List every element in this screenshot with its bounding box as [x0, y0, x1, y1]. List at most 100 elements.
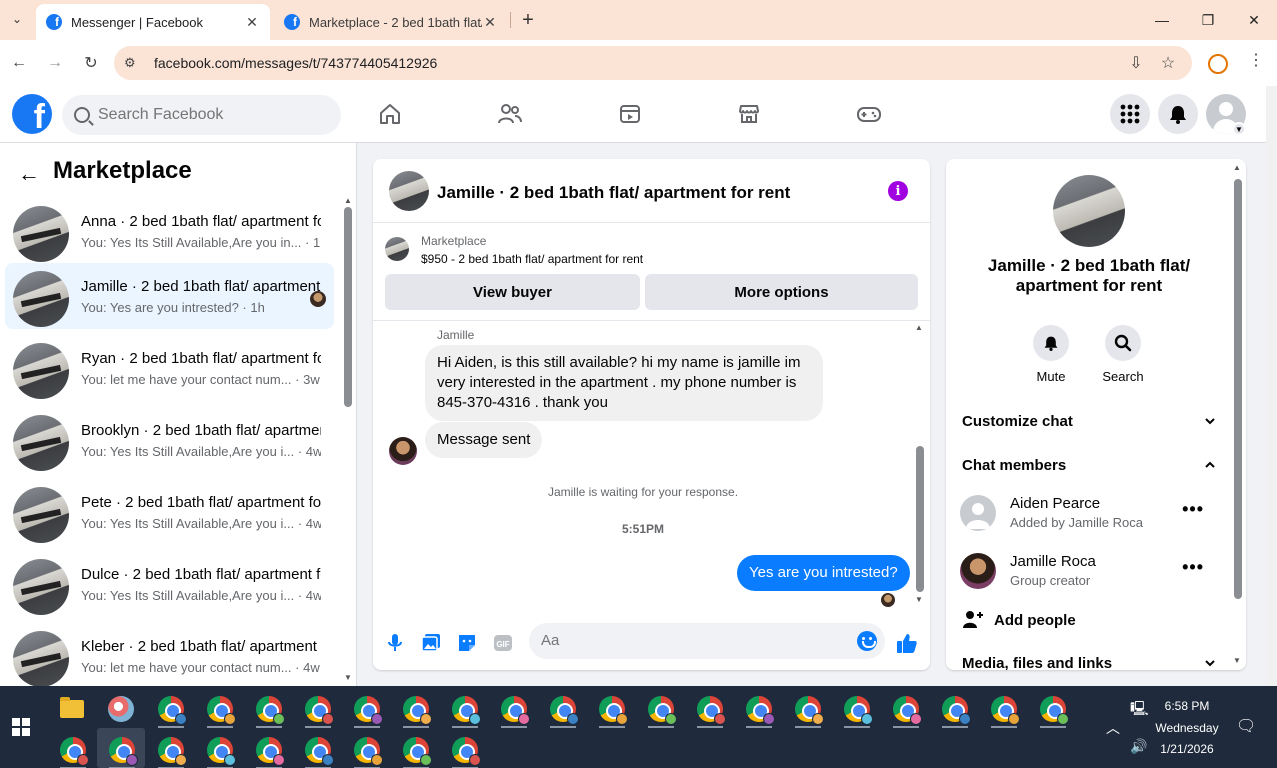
sticker-icon[interactable] [455, 631, 479, 655]
tab-messenger[interactable]: f Messenger | Facebook ✕ [36, 4, 270, 40]
scroll-down-arrow-icon[interactable]: ▼ [344, 673, 352, 682]
outgoing-message[interactable]: Yes are you intrested? [737, 555, 910, 591]
like-thumbs-up-icon[interactable] [895, 631, 919, 655]
chrome-window-icon[interactable] [109, 737, 138, 766]
view-buyer-button[interactable]: View buyer [385, 274, 640, 310]
conversation-list-scrollbar[interactable] [344, 207, 352, 407]
tab-search-dropdown-icon[interactable]: ⌄ [6, 8, 28, 30]
chrome-window-icon[interactable] [991, 696, 1020, 725]
chrome-window-icon[interactable] [648, 696, 677, 725]
restore-icon[interactable]: ❐ [1188, 6, 1228, 34]
chrome-window-icon[interactable] [305, 696, 334, 725]
chevron-down-icon[interactable]: ▼ [1232, 122, 1246, 136]
chrome-window-icon[interactable] [354, 696, 383, 725]
chrome-window-icon[interactable] [550, 696, 579, 725]
browser-menu-icon[interactable]: ⋮ [1248, 50, 1264, 74]
conversation-item[interactable]: Pete · 2 bed 1bath flat/ apartment for r… [5, 479, 334, 545]
more-options-icon[interactable]: ••• [1182, 557, 1204, 578]
message-scrollbar[interactable] [916, 446, 924, 592]
clock-date[interactable]: 1/21/2026 [1150, 742, 1224, 756]
conversation-item[interactable]: Kleber · 2 bed 1bath flat/ apartment for… [5, 623, 334, 689]
back-arrow-icon[interactable]: ← [7, 51, 31, 75]
back-arrow-icon[interactable]: ← [18, 161, 40, 187]
conversation-item[interactable]: Brooklyn · 2 bed 1bath flat/ apartment f… [5, 407, 334, 473]
paint-app-icon[interactable] [108, 696, 134, 722]
message-input[interactable] [541, 632, 841, 649]
chrome-window-icon[interactable] [158, 737, 187, 766]
bookmark-star-icon[interactable]: ☆ [1158, 53, 1178, 73]
listing-price[interactable]: $950 - 2 bed 1bath flat/ apartment for r… [421, 252, 643, 266]
chrome-window-icon[interactable] [942, 696, 971, 725]
forward-arrow-icon[interactable]: → [43, 51, 67, 75]
gaming-icon[interactable] [855, 100, 883, 128]
chrome-window-icon[interactable] [795, 696, 824, 725]
search-box[interactable] [62, 95, 341, 135]
search-in-chat-button[interactable]: Search [1093, 325, 1153, 384]
chrome-window-icon[interactable] [207, 737, 236, 766]
address-bar[interactable]: ⚙ facebook.com/messages/t/74377440541292… [114, 46, 1192, 80]
scroll-up-arrow-icon[interactable]: ▲ [1233, 163, 1241, 172]
chrome-window-icon[interactable] [844, 696, 873, 725]
member-row[interactable]: Aiden Pearce Added by Jamille Roca ••• [960, 491, 1216, 535]
window-close-icon[interactable]: ✕ [1234, 6, 1274, 34]
windows-start-icon[interactable] [12, 718, 30, 736]
conversation-item[interactable]: Anna · 2 bed 1bath flat/ apartment for r… [5, 198, 334, 264]
more-options-button[interactable]: More options [645, 274, 918, 310]
menu-grid-icon[interactable] [1110, 94, 1150, 134]
chat-members-row[interactable]: Chat members [962, 457, 1216, 474]
chrome-window-icon[interactable] [256, 696, 285, 725]
search-input[interactable] [98, 106, 318, 124]
notifications-chat-icon[interactable]: 🗨 [1236, 716, 1256, 736]
clock-day[interactable]: Wednesday [1150, 721, 1224, 735]
file-explorer-icon[interactable] [60, 697, 84, 718]
scroll-up-arrow-icon[interactable]: ▲ [915, 323, 923, 332]
chrome-window-icon[interactable] [599, 696, 628, 725]
conversation-item[interactable]: Ryan · 2 bed 1bath flat/ apartment for r… [5, 335, 334, 401]
video-icon[interactable] [616, 100, 644, 128]
chat-thumbnail-large[interactable] [1053, 175, 1125, 247]
chrome-window-icon[interactable] [452, 737, 481, 766]
scroll-down-arrow-icon[interactable]: ▼ [1233, 656, 1241, 665]
media-files-links-row[interactable]: Media, files and links [962, 655, 1216, 670]
tab-close-icon[interactable]: ✕ [244, 14, 260, 31]
customize-chat-row[interactable]: Customize chat [962, 413, 1216, 430]
browser-profile-icon[interactable] [1208, 54, 1228, 74]
conversation-item[interactable]: Dulce · 2 bed 1bath flat/ apartment for … [5, 551, 334, 617]
incoming-message[interactable]: Hi Aiden, is this still available? hi my… [425, 345, 823, 421]
photo-icon[interactable] [419, 631, 443, 655]
install-app-icon[interactable]: ⇩ [1126, 53, 1146, 73]
chrome-window-icon[interactable] [746, 696, 775, 725]
emoji-icon[interactable] [857, 631, 877, 651]
chrome-window-icon[interactable] [305, 737, 334, 766]
chat-thumbnail[interactable] [389, 171, 429, 211]
friends-icon[interactable] [496, 100, 524, 128]
info-icon[interactable]: i [888, 181, 908, 201]
info-panel-scrollbar[interactable] [1234, 179, 1242, 599]
network-icon[interactable]: 🖳 [1130, 698, 1149, 722]
member-row[interactable]: Jamille Roca Group creator ••• [960, 549, 1216, 593]
chrome-window-icon[interactable] [158, 696, 187, 725]
chrome-window-icon[interactable] [1040, 696, 1069, 725]
sender-avatar[interactable] [389, 437, 417, 465]
scroll-down-arrow-icon[interactable]: ▼ [915, 595, 923, 604]
clock-time[interactable]: 6:58 PM [1150, 699, 1224, 713]
chrome-window-icon[interactable] [893, 696, 922, 725]
incoming-message[interactable]: Message sent [425, 422, 543, 458]
add-people-button[interactable]: Add people [962, 609, 1076, 629]
message-input-box[interactable] [529, 623, 885, 659]
url-text[interactable]: facebook.com/messages/t/743774405412926 [154, 55, 437, 71]
home-icon[interactable] [376, 100, 404, 128]
mute-button[interactable]: Mute [1021, 325, 1081, 384]
marketplace-icon[interactable] [735, 100, 763, 128]
page-scrollbar[interactable] [1266, 86, 1277, 686]
minimize-icon[interactable]: — [1142, 6, 1182, 34]
chrome-window-icon[interactable] [501, 696, 530, 725]
conversation-item-selected[interactable]: Jamille · 2 bed 1bath flat/ apartment fo… [5, 263, 334, 329]
chrome-window-icon[interactable] [60, 737, 89, 766]
scroll-up-arrow-icon[interactable]: ▲ [344, 196, 352, 205]
tab-close-icon[interactable]: ✕ [482, 14, 498, 31]
microphone-icon[interactable] [383, 631, 407, 655]
chrome-window-icon[interactable] [452, 696, 481, 725]
gif-icon[interactable]: GIF [491, 631, 515, 655]
tab-marketplace[interactable]: f Marketplace - 2 bed 1bath flat/ apartm… [274, 4, 508, 40]
